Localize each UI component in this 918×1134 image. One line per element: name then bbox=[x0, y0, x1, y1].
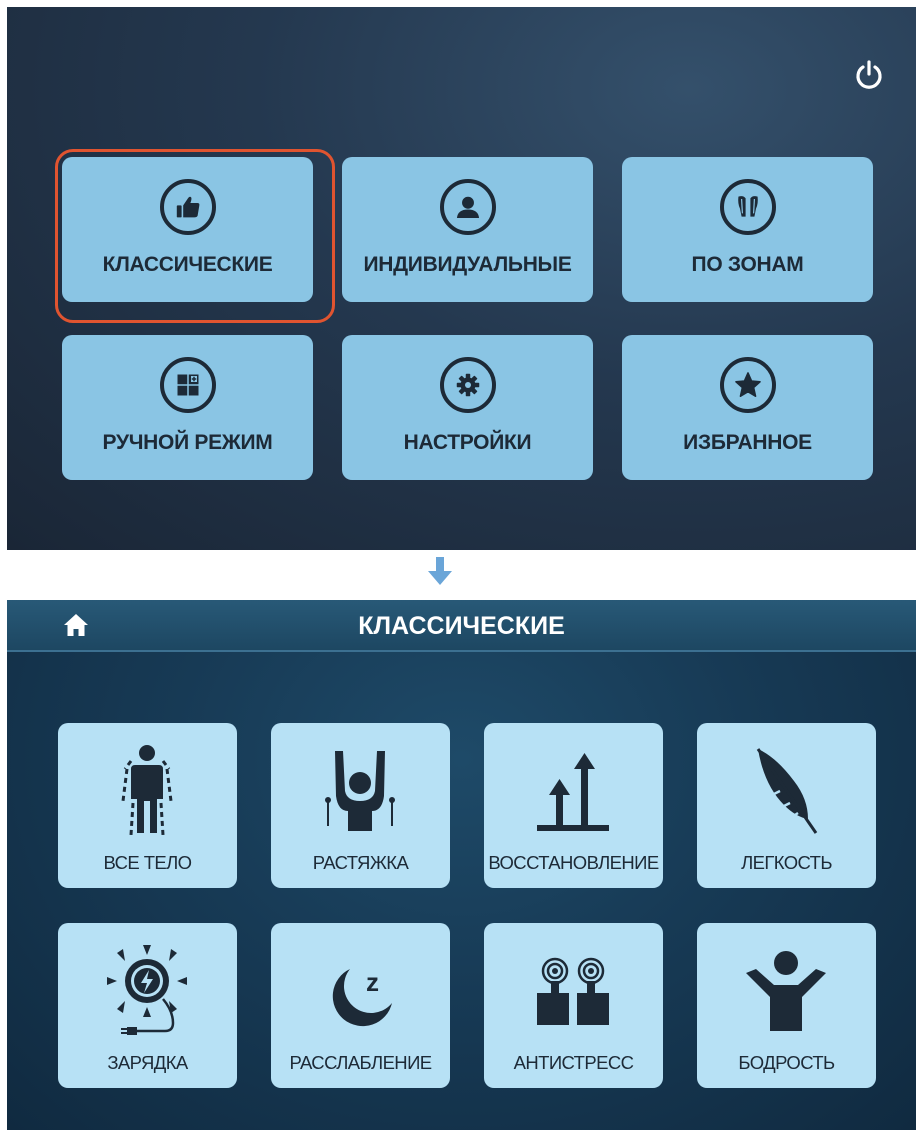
star-icon bbox=[719, 357, 776, 413]
title-bar: КЛАССИЧЕСКИЕ bbox=[7, 600, 916, 652]
menu-button-label: ПО ЗОНАМ bbox=[691, 253, 804, 276]
menu-button-label: НАСТРОЙКИ bbox=[403, 431, 532, 454]
stretch-icon bbox=[325, 751, 395, 831]
program-tile-vigor[interactable]: БОДРОСТЬ bbox=[697, 923, 876, 1088]
program-tile-charging[interactable]: ЗАРЯДКА bbox=[58, 923, 237, 1088]
menu-button-individual[interactable]: ИНДИВИДУАЛЬНЫЕ bbox=[342, 157, 593, 302]
program-tile-stretch[interactable]: РАСТЯЖКА bbox=[271, 723, 450, 888]
program-label: ЛЕГКОСТЬ bbox=[741, 852, 832, 873]
program-tile-lightness[interactable]: ЛЕГКОСТЬ bbox=[697, 723, 876, 888]
program-label: РАСТЯЖКА bbox=[312, 852, 409, 873]
classic-programs-screen: КЛАССИЧЕСКИЕ ВСЕ ТЕЛО РАСТЯЖКА ВОССТАНОВ… bbox=[7, 600, 916, 1130]
program-label: БОДРОСТЬ bbox=[738, 1052, 835, 1073]
program-label: АНТИСТРЕСС bbox=[513, 1052, 634, 1073]
menu-button-favorites[interactable]: ИЗБРАННОЕ bbox=[622, 335, 873, 480]
cheerful-person-icon bbox=[746, 951, 826, 1031]
program-tile-recovery[interactable]: ВОССТАНОВЛЕНИЕ bbox=[484, 723, 663, 888]
menu-button-settings[interactable]: НАСТРОЙКИ bbox=[342, 335, 593, 480]
antistress-icon bbox=[537, 957, 609, 1025]
program-label: ВСЕ ТЕЛО bbox=[103, 852, 193, 873]
power-icon[interactable] bbox=[853, 59, 885, 91]
manual-grid-icon bbox=[159, 357, 216, 413]
body-zones-icon bbox=[719, 179, 776, 235]
arrow-down-icon bbox=[428, 557, 452, 585]
person-icon bbox=[439, 179, 496, 235]
feather-icon bbox=[756, 748, 818, 834]
full-body-icon bbox=[121, 745, 173, 836]
gear-icon bbox=[439, 357, 496, 413]
menu-button-manual[interactable]: РУЧНОЙ РЕЖИМ bbox=[62, 335, 313, 480]
program-label: РАССЛАБЛЕНИЕ bbox=[289, 1052, 432, 1073]
program-tile-relaxation[interactable]: z РАССЛАБЛЕНИЕ bbox=[271, 923, 450, 1088]
program-label: ЗАРЯДКА bbox=[107, 1052, 188, 1073]
menu-button-zones[interactable]: ПО ЗОНАМ bbox=[622, 157, 873, 302]
recovery-arrows-icon bbox=[537, 753, 609, 831]
screen-title: КЛАССИЧЕСКИЕ bbox=[358, 612, 565, 640]
program-tile-antistress[interactable]: АНТИСТРЕСС bbox=[484, 923, 663, 1088]
selection-highlight bbox=[55, 149, 335, 323]
menu-button-label: ИНДИВИДУАЛЬНЫЕ bbox=[363, 253, 572, 276]
home-icon[interactable] bbox=[63, 613, 89, 637]
menu-button-label: ИЗБРАННОЕ bbox=[683, 431, 812, 454]
main-menu-screen: КЛАССИЧЕСКИЕ ИНДИВИДУАЛЬНЫЕ ПО ЗОНАМ РУЧ… bbox=[7, 7, 916, 550]
charging-sun-icon bbox=[107, 945, 187, 1035]
program-tile-full-body[interactable]: ВСЕ ТЕЛО bbox=[58, 723, 237, 888]
moon-sleep-icon: z bbox=[332, 967, 392, 1027]
svg-text:z: z bbox=[366, 967, 379, 997]
menu-button-label: РУЧНОЙ РЕЖИМ bbox=[102, 431, 273, 454]
program-label: ВОССТАНОВЛЕНИЕ bbox=[488, 852, 659, 873]
